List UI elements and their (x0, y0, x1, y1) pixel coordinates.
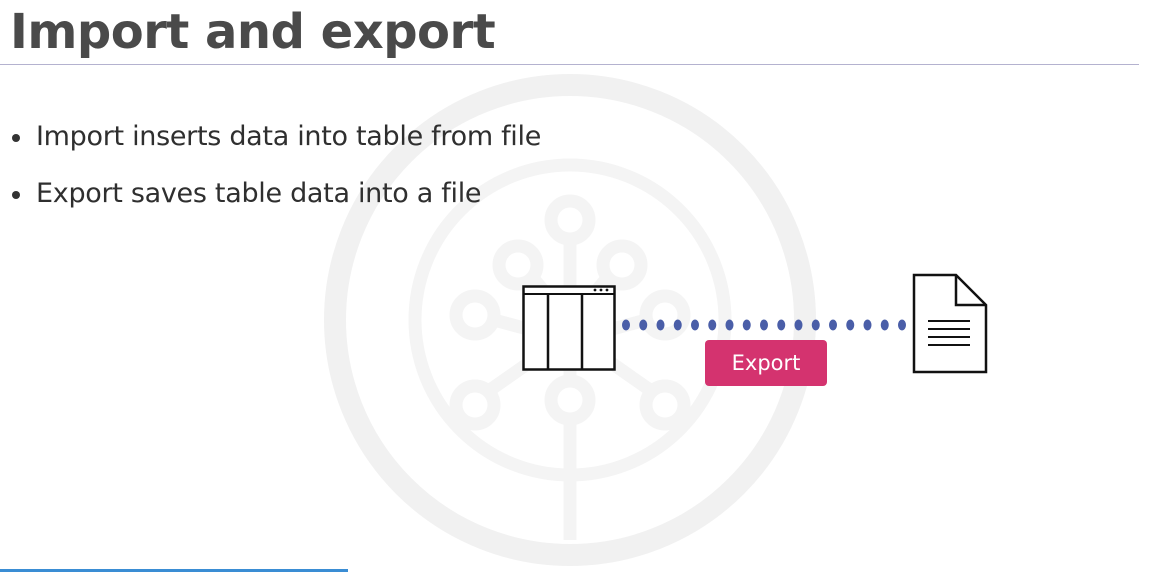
connector-dot (691, 319, 699, 331)
bullet-item: Export saves table data into a file (12, 165, 541, 222)
export-label: Export (705, 340, 827, 386)
bullet-item: Import inserts data into table from file (12, 108, 541, 165)
connector-dot (863, 319, 872, 331)
slide-title: Import and export (10, 4, 496, 60)
connector-dot (829, 319, 837, 331)
document-icon (912, 273, 988, 374)
connector-dot (880, 319, 889, 331)
bullet-list: Import inserts data into table from file… (12, 108, 541, 222)
bullet-point-icon (12, 190, 20, 199)
connector-dot (777, 319, 786, 331)
connector-dot (639, 319, 648, 331)
connector-dot (794, 319, 803, 331)
slide: Import and export Import inserts data in… (0, 0, 1161, 572)
connector-dot (708, 319, 717, 331)
connector-dot (811, 319, 820, 331)
connector-dot (742, 319, 751, 331)
connector-dot (760, 319, 768, 331)
bullet-text: Export saves table data into a file (36, 178, 482, 209)
connector-dot (898, 319, 906, 331)
connector-dot (656, 319, 665, 331)
connector-dot (846, 319, 855, 331)
title-divider (0, 64, 1139, 65)
dotted-connector (622, 319, 906, 331)
bullet-text: Import inserts data into table from file (36, 121, 542, 152)
connector-dot (673, 319, 682, 331)
bullet-point-icon (12, 133, 20, 142)
connector-dot (622, 319, 630, 331)
connector-dot (725, 319, 734, 331)
table-icon (522, 285, 616, 371)
